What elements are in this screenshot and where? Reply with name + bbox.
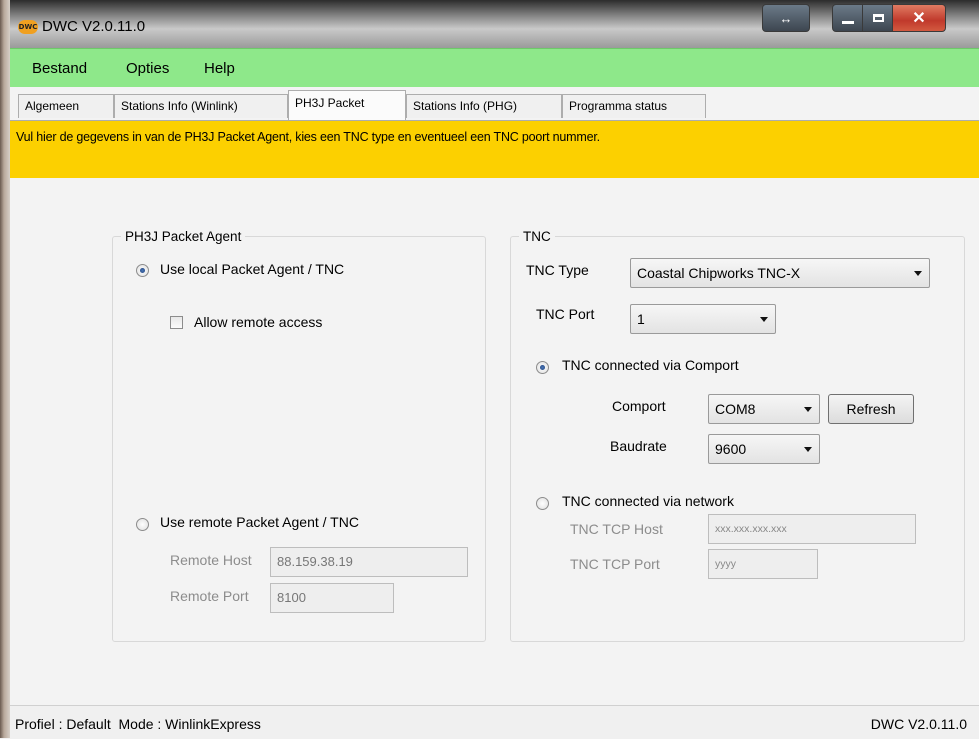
network-radio-label[interactable]: TNC connected via network [562, 493, 734, 509]
close-icon: ✕ [912, 10, 926, 27]
comport-label: Comport [612, 398, 666, 414]
chevron-down-icon [804, 447, 812, 452]
status-profile-mode: Profiel : Default Mode : WinlinkExpress [15, 716, 261, 732]
info-banner: Vul hier de gegevens in van de PH3J Pack… [10, 120, 979, 179]
network-radio[interactable] [536, 497, 549, 510]
tab-stations-info-phg[interactable]: Stations Info (PHG) [406, 94, 562, 118]
tnc-port-value: 1 [637, 311, 645, 327]
packet-agent-legend: PH3J Packet Agent [125, 229, 242, 244]
app-logo-icon: DWC [18, 20, 38, 34]
tnc-legend: TNC [523, 229, 551, 244]
tnc-port-label: TNC Port [536, 306, 595, 322]
comport-select[interactable]: COM8 [708, 394, 820, 424]
window-title: DWC V2.0.11.0 [42, 18, 146, 35]
refresh-button[interactable]: Refresh [828, 394, 914, 424]
local-agent-label[interactable]: Use local Packet Agent / TNC [160, 261, 344, 277]
chevron-down-icon [914, 271, 922, 276]
tcp-port-label: TNC TCP Port [570, 556, 660, 572]
remote-agent-radio[interactable] [136, 518, 149, 531]
tnc-port-select[interactable]: 1 [630, 304, 776, 334]
remote-port-input[interactable]: 8100 [270, 583, 394, 613]
tnc-type-value: Coastal Chipworks TNC-X [637, 265, 801, 281]
chevron-down-icon [760, 317, 768, 322]
remote-port-label: Remote Port [170, 588, 249, 604]
tnc-type-label: TNC Type [526, 262, 589, 278]
tab-content: PH3J Packet Agent Use local Packet Agent… [10, 178, 979, 705]
menu-bar: Bestand Opties Help [10, 48, 979, 87]
swap-button[interactable]: ↔ [762, 4, 810, 32]
maximize-icon [872, 14, 884, 22]
tcp-host-label: TNC TCP Host [570, 521, 663, 537]
comport-radio[interactable] [536, 361, 549, 374]
menu-bestand[interactable]: Bestand [32, 60, 87, 77]
status-version: DWC V2.0.11.0 [870, 716, 967, 732]
minimize-button[interactable] [832, 4, 864, 32]
comport-radio-label[interactable]: TNC connected via Comport [562, 357, 739, 373]
baudrate-select[interactable]: 9600 [708, 434, 820, 464]
remote-host-input[interactable]: 88.159.38.19 [270, 547, 468, 577]
tcp-host-input[interactable]: xxx.xxx.xxx.xxx [708, 514, 916, 544]
allow-remote-checkbox[interactable] [170, 316, 183, 329]
tab-ph3j-packet[interactable]: PH3J Packet [288, 90, 406, 120]
close-button[interactable]: ✕ [892, 4, 946, 32]
allow-remote-label[interactable]: Allow remote access [194, 314, 322, 330]
banner-text: Vul hier de gegevens in van de PH3J Pack… [16, 130, 600, 144]
tab-algemeen[interactable]: Algemeen [18, 94, 114, 118]
tnc-type-select[interactable]: Coastal Chipworks TNC-X [630, 258, 930, 288]
chevron-down-icon [804, 407, 812, 412]
baudrate-label: Baudrate [610, 438, 667, 454]
title-bar[interactable]: DWC DWC V2.0.11.0 ↔ ✕ [10, 0, 979, 48]
tab-strip: Algemeen Stations Info (Winlink) PH3J Pa… [10, 86, 979, 120]
remote-agent-label[interactable]: Use remote Packet Agent / TNC [160, 514, 359, 530]
tab-stations-info-winlink[interactable]: Stations Info (Winlink) [114, 94, 288, 118]
minimize-icon [842, 20, 854, 24]
desktop-edge [0, 0, 10, 738]
comport-value: COM8 [715, 401, 756, 417]
packet-agent-group: PH3J Packet Agent [112, 229, 486, 642]
local-agent-radio[interactable] [136, 264, 149, 277]
maximize-button[interactable] [862, 4, 894, 32]
status-bar: Profiel : Default Mode : WinlinkExpress … [10, 705, 979, 739]
tcp-port-input[interactable]: yyyy [708, 549, 818, 579]
baudrate-value: 9600 [715, 441, 747, 457]
tab-programma-status[interactable]: Programma status [562, 94, 706, 118]
double-arrow-icon: ↔ [779, 10, 793, 26]
remote-host-label: Remote Host [170, 552, 252, 568]
menu-opties[interactable]: Opties [126, 60, 169, 77]
menu-help[interactable]: Help [204, 60, 235, 77]
